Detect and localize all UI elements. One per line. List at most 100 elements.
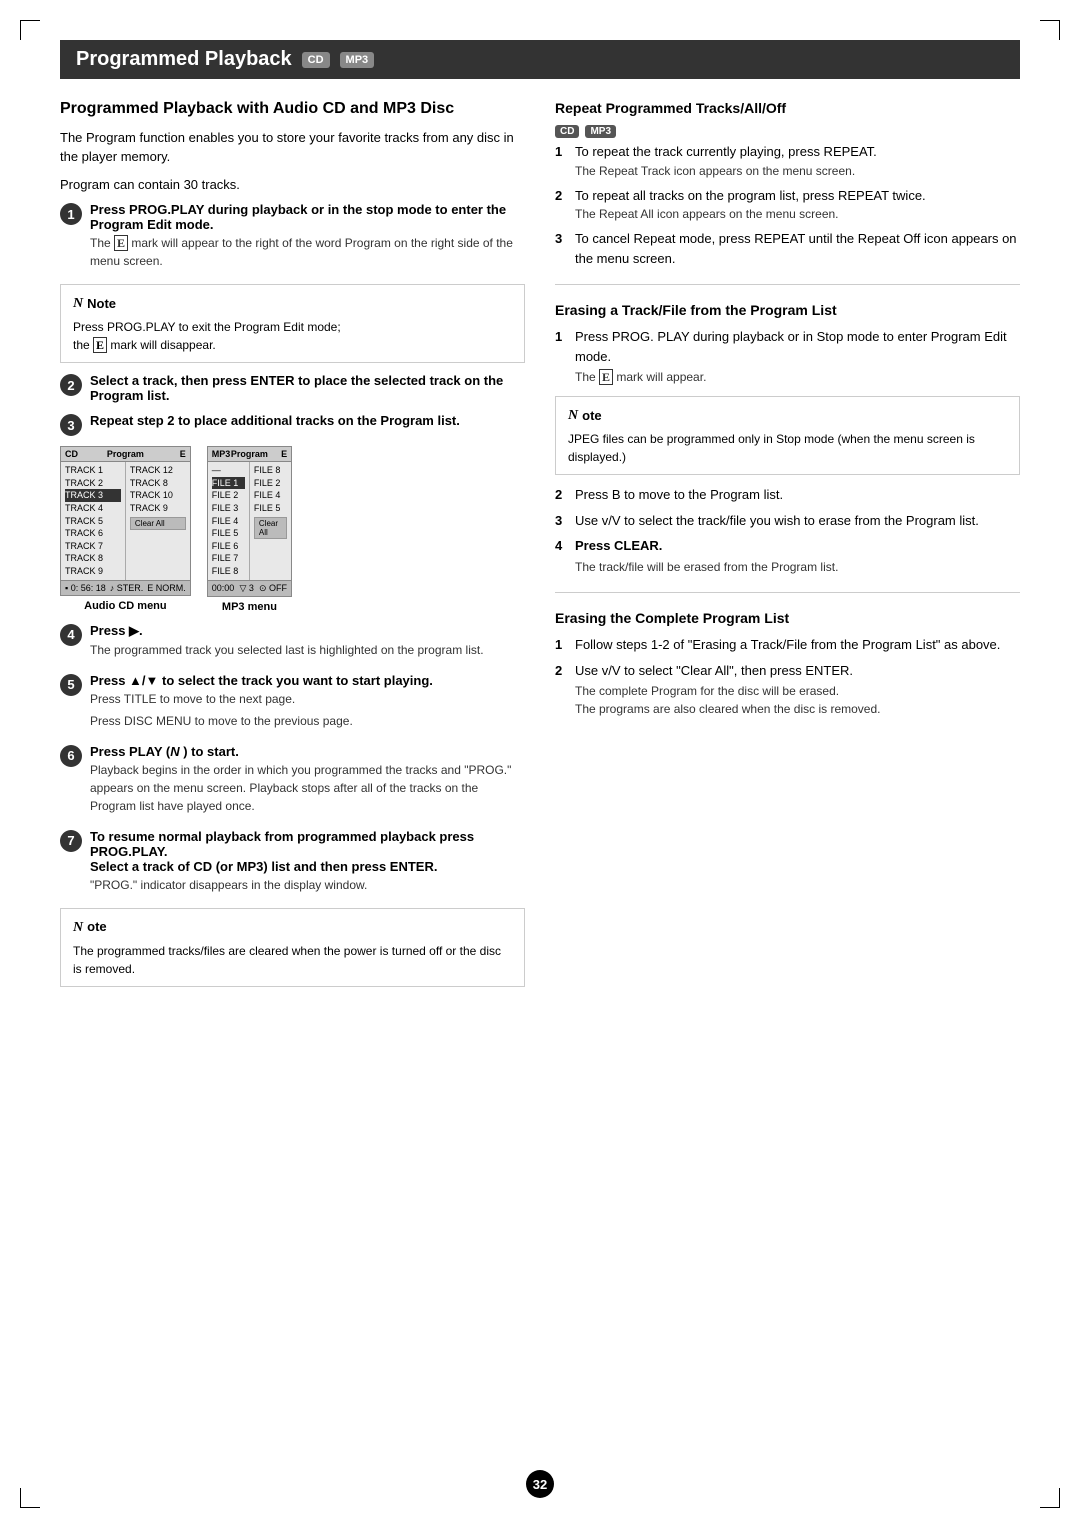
repeat-step-3-content: To cancel Repeat mode, press REPEAT unti…	[575, 229, 1020, 268]
step-2: 2 Select a track, then press ENTER to pl…	[60, 373, 525, 403]
cd-track-9: TRACK 9	[65, 565, 121, 578]
step-5: 5 Press ▲/▼ to select the track you want…	[60, 673, 525, 734]
erase-track-step-4-content: Press CLEAR. The track/file will be eras…	[575, 536, 1020, 576]
cd-track-6: TRACK 6	[65, 527, 121, 540]
mp3-menu-col1: — FILE 1 FILE 2 FILE 3 FILE 4 FILE 5 FIL…	[208, 462, 250, 579]
erase-complete-step-2-num: 2	[555, 661, 569, 719]
step-5-sub1: Press TITLE to move to the next page.	[90, 690, 525, 708]
cd-menu-body: TRACK 1 TRACK 2 TRACK 3 TRACK 4 TRACK 5 …	[61, 462, 190, 579]
mp3-file5: FILE 5	[212, 527, 245, 540]
repeat-step-1: 1 To repeat the track currently playing,…	[555, 142, 1020, 180]
cd-track-7: TRACK 7	[65, 540, 121, 553]
cd-footer-ster: ♪ STER.	[110, 583, 144, 593]
repeat-step-2-num: 2	[555, 186, 569, 224]
mp3-menu-body: — FILE 1 FILE 2 FILE 3 FILE 4 FILE 5 FIL…	[208, 462, 291, 579]
mp3-menu-header-badge: E	[268, 449, 287, 459]
main-content: Programmed Playback with Audio CD and MP…	[60, 99, 1020, 997]
step-5-content: Press ▲/▼ to select the track you want t…	[90, 673, 525, 734]
cd-track-8: TRACK 8	[65, 552, 121, 565]
divider-1	[555, 284, 1020, 285]
mp3-menu-header: MP3 Program E	[208, 447, 291, 462]
mp3-prog-file5: FILE 5	[254, 502, 287, 515]
note-1-line-2: the E mark will disappear.	[73, 336, 512, 354]
note-2-title: N ote	[73, 917, 512, 938]
cd-menu-screen: CD Program E TRACK 1 TRACK 2 TRACK 3 TRA…	[60, 446, 191, 595]
mp3-file6: FILE 6	[212, 540, 245, 553]
mp3-file3: FILE 3	[212, 502, 245, 515]
intro-para-1: The Program function enables you to stor…	[60, 128, 525, 167]
cd-track-4: TRACK 4	[65, 502, 121, 515]
erase-complete-step-2-sub2: The programs are also cleared when the d…	[575, 700, 1020, 718]
step-4-number: 4	[60, 624, 82, 646]
note-1-title: N Note	[73, 293, 512, 314]
erase-note-title: N ote	[568, 405, 1007, 426]
step-1-content: Press PROG.PLAY during playback or in th…	[90, 202, 525, 274]
left-section-heading: Programmed Playback with Audio CD and MP…	[60, 99, 525, 120]
step-6-number: 6	[60, 745, 82, 767]
step-6-content: Press PLAY (N ) to start. Playback begin…	[90, 744, 525, 819]
step-7-bold1: To resume normal playback from programme…	[90, 829, 474, 859]
repeat-step-1-num: 1	[555, 142, 569, 180]
repeat-mp3-badge: MP3	[585, 125, 616, 138]
cd-prog-10: TRACK 10	[130, 489, 186, 502]
erase-note-text: JPEG files can be programmed only in Sto…	[568, 430, 1007, 466]
step-2-bold: Select a track, then press ENTER to plac…	[90, 373, 503, 403]
step-6-bold: Press PLAY (N ) to start.	[90, 744, 239, 759]
cd-badge: CD	[302, 52, 330, 68]
step-5-bold: Press ▲/▼ to select the track you want t…	[90, 673, 433, 688]
erase-complete-step-2-content: Use v/V to select "Clear All", then pres…	[575, 661, 1020, 719]
erase-complete-step-1: 1 Follow steps 1-2 of "Erasing a Track/F…	[555, 635, 1020, 655]
cd-track-5: TRACK 5	[65, 515, 121, 528]
erase-track-steps2-list: 2 Press B to move to the Program list. 3…	[555, 485, 1020, 576]
step-2-number: 2	[60, 374, 82, 396]
mp3-footer-off: ⊙ OFF	[259, 583, 287, 594]
step-6: 6 Press PLAY (N ) to start. Playback beg…	[60, 744, 525, 819]
erase-note-icon: N	[568, 405, 578, 426]
mp3-clear-all[interactable]: Clear All	[254, 517, 287, 539]
mp3-badge: MP3	[340, 52, 375, 68]
step-1-sub: The E mark will appear to the right of t…	[90, 234, 525, 270]
right-column: Repeat Programmed Tracks/All/Off CD MP3 …	[555, 99, 1020, 997]
mp3-prog-file4: FILE 4	[254, 489, 287, 502]
erase-note: N ote JPEG files can be programmed only …	[555, 396, 1020, 475]
cd-menu-header: CD Program E	[61, 447, 190, 462]
mp3-menu-footer: 00:00 ▽ 3 ⊙ OFF	[208, 580, 291, 596]
cd-clear-all[interactable]: Clear All	[130, 517, 186, 530]
mp3-menu-wrapper: MP3 Program E — FILE 1 FILE 2 FILE 3 FIL…	[207, 446, 292, 612]
step-3: 3 Repeat step 2 to place additional trac…	[60, 413, 525, 436]
mp3-menu-header-program: Program	[231, 449, 268, 459]
erase-track-step-1-content: Press PROG. PLAY during playback or in S…	[575, 327, 1020, 386]
mp3-menu-screen: MP3 Program E — FILE 1 FILE 2 FILE 3 FIL…	[207, 446, 292, 596]
mp3-file2: FILE 2	[212, 489, 245, 502]
mp3-menu-header-left: MP3	[212, 449, 231, 459]
intro-para-2: Program can contain 30 tracks.	[60, 175, 525, 195]
cd-menu-col1: TRACK 1 TRACK 2 TRACK 3 TRACK 4 TRACK 5 …	[61, 462, 126, 579]
corner-mark-tl	[20, 20, 40, 40]
repeat-step-3: 3 To cancel Repeat mode, press REPEAT un…	[555, 229, 1020, 268]
note-2: N ote The programmed tracks/files are cl…	[60, 908, 525, 987]
repeat-heading: Repeat Programmed Tracks/All/Off	[555, 99, 1020, 117]
erase-track-step-3-content: Use v/V to select the track/file you wis…	[575, 511, 1020, 531]
cd-track-3-highlighted: TRACK 3	[65, 489, 121, 502]
mp3-row-dash: —	[212, 464, 245, 477]
note-icon-1: N	[73, 293, 83, 314]
erase-complete-steps-list: 1 Follow steps 1-2 of "Erasing a Track/F…	[555, 635, 1020, 718]
repeat-cd-badge: CD	[555, 125, 579, 138]
mp3-prog-file2: FILE 2	[254, 477, 287, 490]
repeat-step-1-content: To repeat the track currently playing, p…	[575, 142, 1020, 180]
divider-2	[555, 592, 1020, 593]
step-3-number: 3	[60, 414, 82, 436]
cd-footer-time: ▪ 0: 56: 18	[65, 583, 106, 593]
erase-track-step-3: 3 Use v/V to select the track/file you w…	[555, 511, 1020, 531]
erase-complete-step-1-content: Follow steps 1-2 of "Erasing a Track/Fil…	[575, 635, 1020, 655]
cd-menu-col2: TRACK 12 TRACK 8 TRACK 10 TRACK 9 Clear …	[126, 462, 190, 579]
corner-mark-br	[1040, 1488, 1060, 1508]
step-6-sub: Playback begins in the order in which yo…	[90, 761, 525, 815]
erase-track-step-4-sub: The track/file will be erased from the P…	[575, 558, 1020, 576]
left-column: Programmed Playback with Audio CD and MP…	[60, 99, 525, 997]
mp3-menu-col2: FILE 8 FILE 2 FILE 4 FILE 5 Clear All	[250, 462, 291, 579]
erase-track-step-1-sub: The E mark will appear.	[575, 368, 1020, 386]
mp3-footer-time: 00:00	[212, 583, 235, 594]
cd-track-2: TRACK 2	[65, 477, 121, 490]
step-4-content: Press ▶. The programmed track you select…	[90, 623, 525, 663]
